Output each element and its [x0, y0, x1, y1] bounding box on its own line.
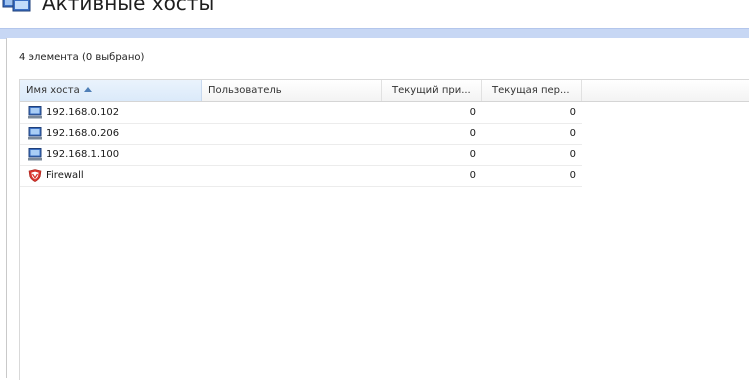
column-header-label: Имя хоста	[26, 85, 80, 96]
current-in-cell: 0	[469, 170, 476, 181]
current-out-cell: 0	[569, 128, 576, 139]
hosts-panel: 4 элемента (0 выбрано) Имя хоста Пользов…	[6, 38, 749, 380]
page-title: Активные хосты	[42, 0, 215, 15]
column-header-user[interactable]: Пользователь	[202, 80, 382, 101]
hosts-table: Имя хоста Пользователь Текущий при... Те…	[19, 79, 749, 380]
user-cell	[208, 123, 382, 144]
column-header-label: Текущий при...	[392, 85, 471, 96]
column-header-label: Текущая пер...	[492, 85, 570, 96]
column-header-hostname[interactable]: Имя хоста	[20, 80, 202, 101]
column-header-current-out[interactable]: Текущая пер...	[482, 80, 582, 101]
computer-icon	[28, 148, 42, 161]
host-name: 192.168.0.206	[46, 128, 120, 139]
table-row[interactable]: 192.168.0.102 0 0	[20, 102, 582, 124]
host-name: 192.168.1.100	[46, 149, 120, 160]
computer-icon	[28, 106, 42, 119]
host-name: Firewall	[46, 170, 84, 181]
firewall-shield-icon	[28, 169, 42, 182]
table-row[interactable]: Firewall 0 0	[20, 165, 582, 187]
current-out-cell: 0	[569, 149, 576, 160]
current-in-cell: 0	[469, 107, 476, 118]
computer-icon	[28, 127, 42, 140]
item-count-label: 4 элемента (0 выбрано)	[19, 52, 145, 63]
user-cell	[208, 165, 382, 186]
user-cell	[208, 144, 382, 165]
column-header-label: Пользователь	[208, 85, 282, 96]
table-row[interactable]: 192.168.0.206 0 0	[20, 123, 582, 145]
host-name: 192.168.0.102	[46, 107, 120, 118]
column-header-current-in[interactable]: Текущий при...	[382, 80, 482, 101]
current-in-cell: 0	[469, 149, 476, 160]
table-row[interactable]: 192.168.1.100 0 0	[20, 144, 582, 166]
table-header: Имя хоста Пользователь Текущий при... Те…	[20, 80, 749, 102]
page-header: Активные хосты	[0, 0, 749, 28]
hosts-icon	[2, 0, 31, 12]
current-out-cell: 0	[569, 170, 576, 181]
current-out-cell: 0	[569, 107, 576, 118]
current-in-cell: 0	[469, 128, 476, 139]
user-cell	[208, 102, 382, 123]
sort-ascending-icon	[83, 86, 92, 92]
